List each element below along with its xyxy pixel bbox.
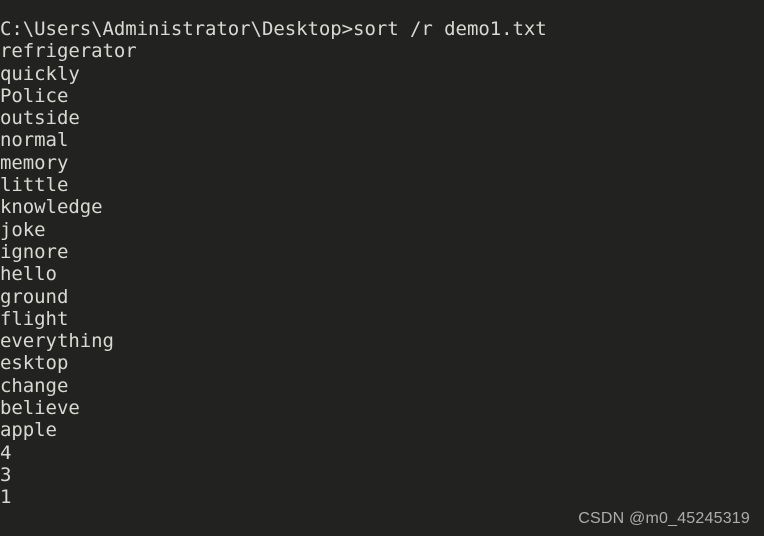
terminal-output-line: 4 [0,441,12,464]
terminal-output-line: everything [0,330,114,353]
terminal-output-line: 1 [0,486,12,509]
terminal-output-line: quickly [0,62,80,85]
terminal-output-line: esktop [0,352,69,375]
terminal-output-line: 3 [0,463,12,486]
terminal-output-line: change [0,374,69,397]
terminal-output: C:\Users\Administrator\Desktop>sort /r d… [0,18,764,509]
terminal-output-line: flight [0,307,69,330]
terminal-output-line: outside [0,107,80,130]
terminal-output-line: believe [0,397,80,420]
terminal-output-line: hello [0,263,57,286]
terminal-output-line: knowledge [0,196,103,219]
terminal-command-line: C:\Users\Administrator\Desktop>sort /r d… [0,18,547,40]
terminal-output-line: Police [0,84,69,107]
terminal-output-line: ignore [0,240,69,263]
terminal-output-line: refrigerator [0,40,137,63]
terminal-output-line: memory [0,151,69,174]
csdn-watermark: CSDN @m0_45245319 [578,510,750,527]
terminal-output-line: normal [0,129,69,152]
terminal-output-line: little [0,174,69,197]
terminal-window[interactable]: C:\Users\Administrator\Desktop>sort /r d… [0,0,764,536]
terminal-output-line: ground [0,285,69,308]
terminal-output-line: apple [0,419,57,442]
terminal-output-line: joke [0,218,46,241]
